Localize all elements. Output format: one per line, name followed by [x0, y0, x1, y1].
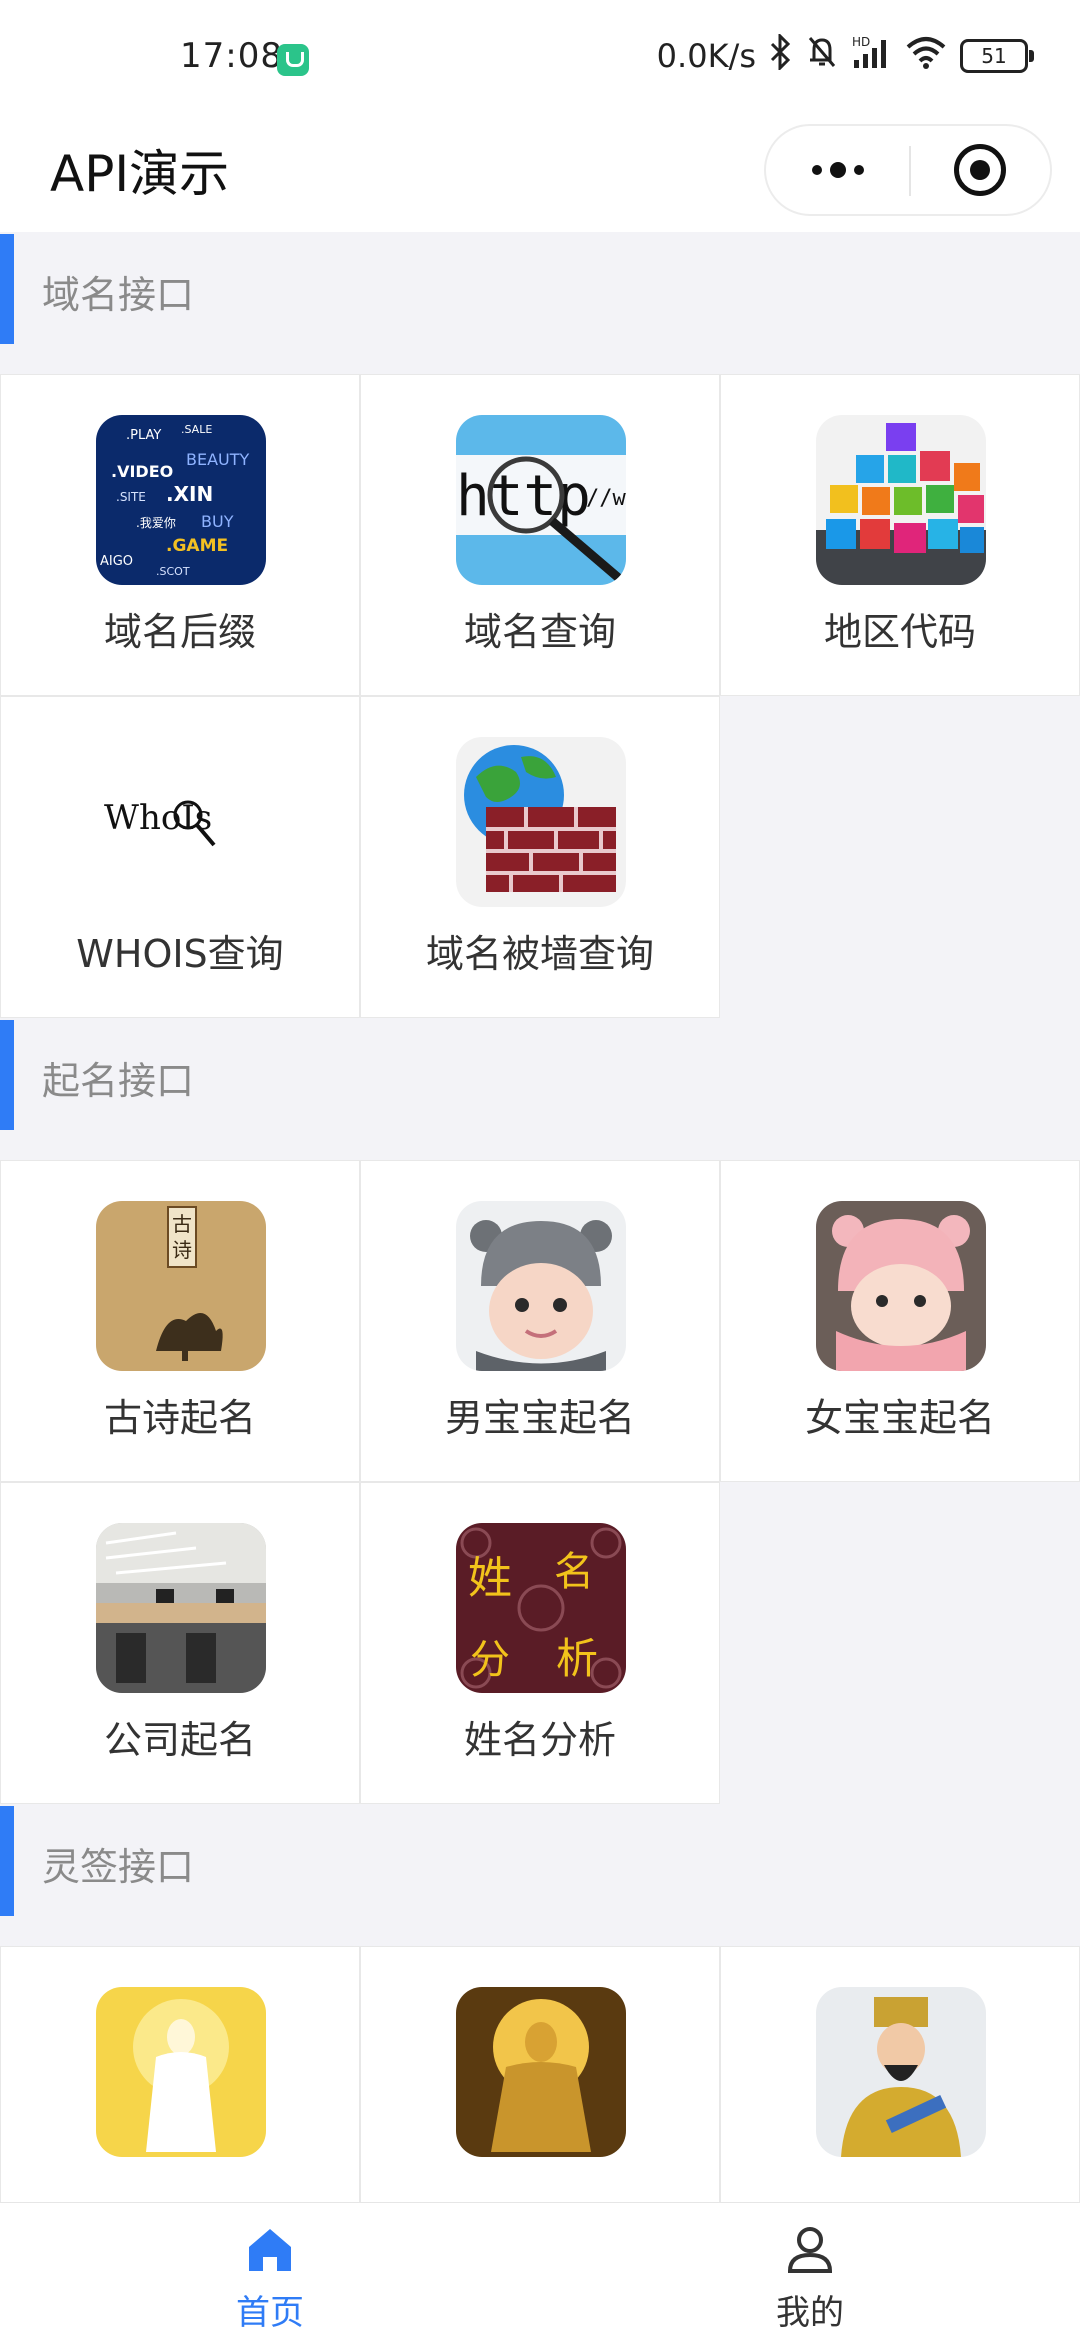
svg-text:.SITE: .SITE: [116, 490, 146, 504]
svg-text:分: 分: [470, 1637, 510, 1683]
grid-item-label: 域名后缀: [103, 610, 256, 654]
tab-home[interactable]: 首页: [0, 2203, 540, 2341]
svg-text:.XIN: .XIN: [166, 482, 213, 506]
whois-logo-thumb: WhoIs: [96, 737, 266, 907]
capsule-divider: [909, 146, 911, 196]
guanyin-thumb: [96, 1987, 266, 2157]
tab-mine[interactable]: 我的: [540, 2203, 1080, 2341]
section-title: 灵签接口: [42, 1845, 195, 1889]
name-analysis-calligraphy-thumb: 姓 名 分 析: [456, 1523, 626, 1693]
close-target-icon[interactable]: [954, 144, 1006, 196]
grid-item-label: 男宝宝起名: [444, 1396, 635, 1440]
baby-girl-thumb: [816, 1201, 986, 1371]
ancient-poem-book-thumb: 古 诗: [96, 1201, 266, 1371]
grid-item-label: 女宝宝起名: [804, 1396, 995, 1440]
svg-text:.PLAY: .PLAY: [126, 428, 161, 443]
svg-text:名: 名: [554, 1549, 594, 1595]
svg-text:AIGO: AIGO: [100, 554, 133, 569]
baby-boy-thumb: [456, 1201, 626, 1371]
grid-item-label: 古诗起名: [103, 1396, 256, 1440]
globe-firewall-thumb: [456, 737, 626, 907]
grid-item-label: 域名查询: [463, 610, 616, 654]
section-grid-naming: 古 诗 古诗起名 男宝宝起名 女宝宝起名 公司起名 姓 名 分 析 姓名分析: [0, 1160, 1080, 1804]
office-room-thumb: [96, 1523, 266, 1693]
svg-text:BEAUTY: BEAUTY: [186, 450, 250, 469]
section-grid-domain: .PLAY .SALE BEAUTY .VIDEO .XIN .SITE .我爱…: [0, 374, 1080, 1018]
status-time: 17:08: [180, 36, 283, 76]
grid-item-poem-naming[interactable]: 古 诗 古诗起名: [0, 1160, 360, 1482]
nav-bar: API演示: [0, 124, 1080, 232]
section-title: 域名接口: [42, 273, 195, 317]
svg-text:姓: 姓: [468, 1553, 512, 1604]
main-content: 域名接口 .PLAY .SALE BEAUTY .VIDEO .XIN .SIT…: [0, 232, 1080, 2202]
grid-item-label: 域名被墙查询: [425, 932, 654, 976]
grid-item-golden-buddha[interactable]: [360, 1946, 720, 2202]
grid-item-company-naming[interactable]: 公司起名: [0, 1482, 360, 1804]
grid-filler: [720, 1482, 1080, 1804]
status-bar: 17:08 0.0K/s HD 51: [0, 0, 1080, 124]
section-accent-bar: [0, 1806, 14, 1916]
svg-text:BUY: BUY: [201, 512, 234, 531]
grid-item-domain-suffix[interactable]: .PLAY .SALE BEAUTY .VIDEO .XIN .SITE .我爱…: [0, 374, 360, 696]
tab-bar: 首页 我的: [0, 2202, 1080, 2341]
wifi-icon: [906, 35, 946, 77]
grid-item-name-analysis[interactable]: 姓 名 分 析 姓名分析: [360, 1482, 720, 1804]
section-header-domain: 域名接口: [0, 232, 1080, 374]
network-speed: 0.0K/s: [656, 37, 756, 75]
svg-text:http: http: [456, 464, 591, 529]
domain-suffix-thumb: .PLAY .SALE BEAUTY .VIDEO .XIN .SITE .我爱…: [96, 415, 266, 585]
svg-text:古: 古: [172, 1212, 192, 1236]
svg-text:.SCOT: .SCOT: [156, 565, 190, 578]
section-header-naming: 起名接口: [0, 1018, 1080, 1160]
section-title: 起名接口: [42, 1059, 195, 1103]
svg-text://www.: //www.: [586, 486, 626, 511]
grid-item-region-code[interactable]: 地区代码: [720, 374, 1080, 696]
grid-item-label: 姓名分析: [463, 1718, 616, 1762]
grid-item-guanyin[interactable]: [0, 1946, 360, 2202]
section-grid-fortune: [0, 1946, 1080, 2202]
svg-text:.VIDEO: .VIDEO: [111, 462, 173, 481]
region-code-cubes-thumb: [816, 415, 986, 585]
svg-text:.GAME: .GAME: [166, 536, 228, 556]
grid-item-emperor[interactable]: [720, 1946, 1080, 2202]
svg-text:HD: HD: [852, 35, 870, 49]
grid-item-domain-query[interactable]: http //www. 域名查询: [360, 374, 720, 696]
grid-item-label: 地区代码: [823, 610, 976, 654]
svg-text:诗: 诗: [172, 1238, 192, 1262]
grid-item-label: 公司起名: [103, 1718, 256, 1762]
mute-bell-icon: [806, 34, 838, 78]
bluetooth-icon: [770, 32, 792, 78]
svg-text:.SALE: .SALE: [181, 423, 212, 436]
grid-filler: [720, 696, 1080, 1018]
grid-item-whois[interactable]: WhoIs WHOIS查询: [0, 696, 360, 1018]
svg-text:.我爱你: .我爱你: [136, 516, 176, 530]
grid-item-baby-girl[interactable]: 女宝宝起名: [720, 1160, 1080, 1482]
grid-item-baby-boy[interactable]: 男宝宝起名: [360, 1160, 720, 1482]
tab-label: 首页: [236, 2293, 304, 2333]
user-icon: [785, 2225, 835, 2275]
grid-item-domain-blocked[interactable]: 域名被墙查询: [360, 696, 720, 1018]
tab-label: 我的: [776, 2293, 844, 2333]
section-accent-bar: [0, 234, 14, 344]
mini-program-capsule: [764, 124, 1052, 216]
battery-icon: 51: [960, 39, 1034, 73]
home-icon: [245, 2225, 295, 2275]
more-dots-icon[interactable]: [766, 126, 909, 214]
svg-text:析: 析: [556, 1634, 598, 1683]
golden-buddha-thumb: [456, 1987, 626, 2157]
section-accent-bar: [0, 1020, 14, 1130]
section-header-fortune: 灵签接口: [0, 1804, 1080, 1946]
page-title: API演示: [50, 145, 230, 203]
hd-signal-icon: HD: [852, 34, 892, 78]
notification-app-icon: [277, 44, 309, 76]
http-magnifier-thumb: http //www.: [456, 415, 626, 585]
emperor-figure-thumb: [816, 1987, 986, 2157]
grid-item-label: WHOIS查询: [76, 932, 284, 976]
status-right-group: 0.0K/s HD 51: [656, 32, 1034, 78]
